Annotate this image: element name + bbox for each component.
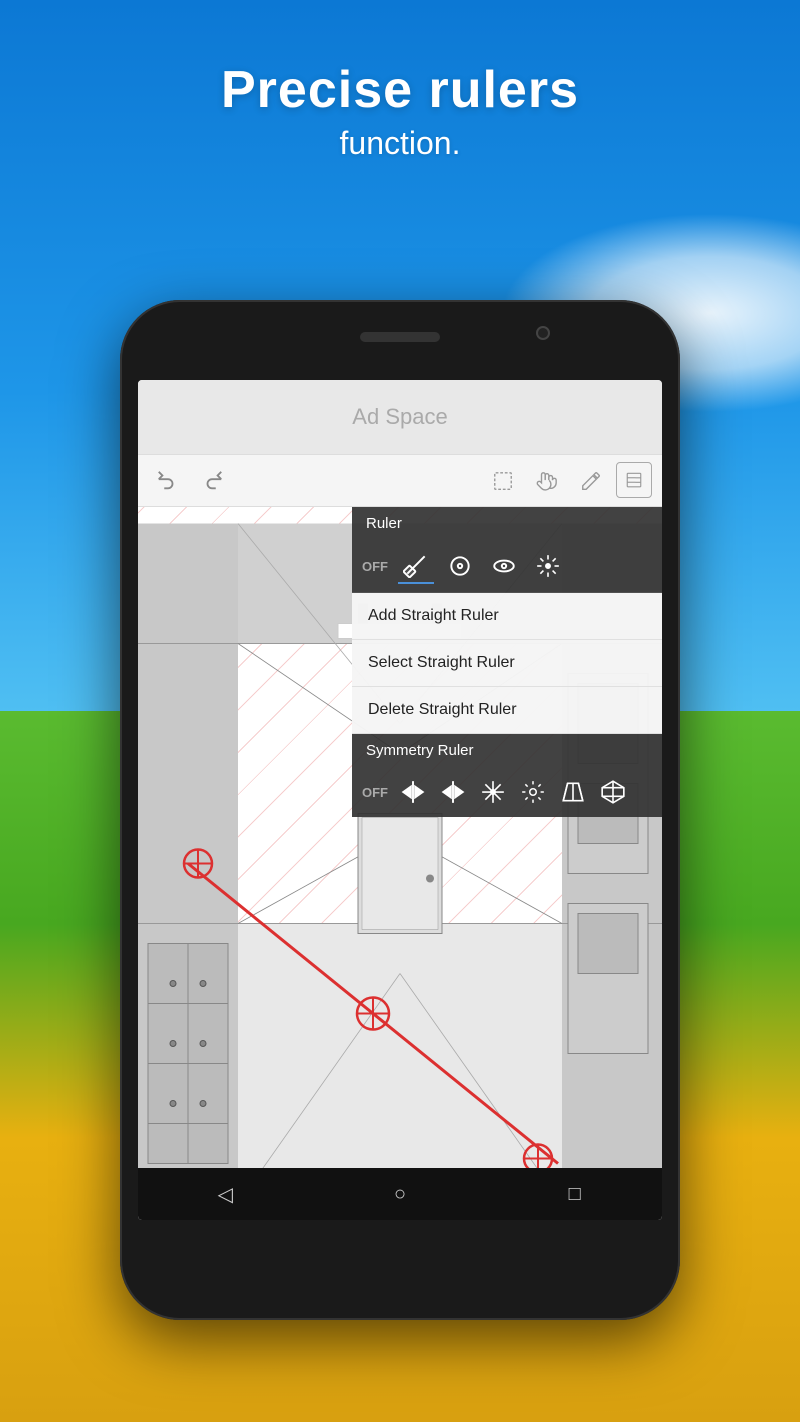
phone-screen: Ad Space <box>138 380 662 1220</box>
home-button[interactable]: ○ <box>370 1174 430 1214</box>
select-button[interactable] <box>484 462 522 500</box>
symmetry-off-label: OFF <box>362 785 388 800</box>
sym-cube-tool[interactable] <box>596 775 630 809</box>
symmetry-header-label: Symmetry Ruler <box>366 742 474 759</box>
circle-ruler-tool[interactable] <box>442 548 478 584</box>
pen-button[interactable] <box>572 462 610 500</box>
sym-vertical-tool[interactable] <box>396 775 430 809</box>
add-straight-ruler-item[interactable]: Add Straight Ruler <box>352 593 662 640</box>
sym-perspective-tool[interactable] <box>556 775 590 809</box>
phone-camera <box>536 326 550 340</box>
ad-text: Ad Space <box>352 404 447 430</box>
header-title: Precise rulers <box>0 60 800 120</box>
delete-straight-ruler-item[interactable]: Delete Straight Ruler <box>352 687 662 734</box>
symmetry-section-header: Symmetry Ruler <box>352 734 662 767</box>
redo-button[interactable] <box>194 462 232 500</box>
straight-ruler-tool[interactable] <box>398 548 434 584</box>
phone: Ad Space <box>120 300 680 1320</box>
sym-sunburst-tool[interactable] <box>516 775 550 809</box>
ruler-off-label: OFF <box>362 559 388 574</box>
ad-space: Ad Space <box>138 380 662 455</box>
ruler-section-header: Ruler <box>352 507 662 540</box>
phone-body: Ad Space <box>120 300 680 1320</box>
recent-button[interactable]: □ <box>545 1174 605 1214</box>
sym-horizontal-tool[interactable] <box>436 775 470 809</box>
ruler-menu: Ruler OFF <box>352 507 662 817</box>
ruler-tools-row: OFF <box>352 540 662 593</box>
header-subtitle: function. <box>0 125 800 162</box>
radial-ruler-tool[interactable] <box>530 548 566 584</box>
layers-button[interactable] <box>616 462 652 498</box>
toolbar <box>138 455 662 507</box>
ruler-header-label: Ruler <box>366 515 402 532</box>
canvas-area: Ruler OFF <box>138 507 662 1220</box>
back-button[interactable]: ◁ <box>195 1174 255 1214</box>
sym-radial-tool[interactable] <box>476 775 510 809</box>
ellipse-ruler-tool[interactable] <box>486 548 522 584</box>
symmetry-tools-row: OFF <box>352 767 662 817</box>
hand-button[interactable] <box>528 462 566 500</box>
bottom-nav: ◁ ○ □ <box>138 1168 662 1220</box>
phone-speaker <box>360 332 440 342</box>
header: Precise rulers function. <box>0 60 800 162</box>
select-straight-ruler-item[interactable]: Select Straight Ruler <box>352 640 662 687</box>
undo-button[interactable] <box>148 462 186 500</box>
